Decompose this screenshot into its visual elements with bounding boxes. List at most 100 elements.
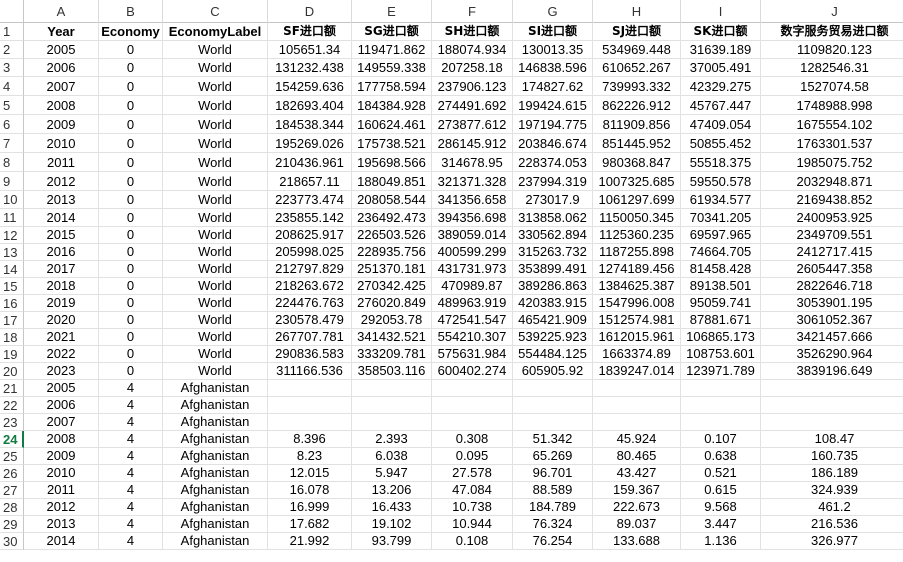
cell-sh-import[interactable] bbox=[432, 380, 513, 397]
row-header-19[interactable]: 19 bbox=[0, 346, 24, 363]
cell-sf-import[interactable]: 235855.142 bbox=[268, 209, 352, 227]
cell-sf-import[interactable]: 105651.34 bbox=[268, 41, 352, 59]
cell-sh-import[interactable]: 47.084 bbox=[432, 482, 513, 499]
cell-sk-import[interactable]: 87881.671 bbox=[681, 312, 761, 329]
cell-year[interactable]: 2007 bbox=[24, 77, 99, 96]
row-header-16[interactable]: 16 bbox=[0, 295, 24, 312]
header-cell-sf-import[interactable]: SF进口额 bbox=[268, 23, 352, 41]
cell-sg-import[interactable]: 195698.566 bbox=[352, 153, 432, 172]
cell-economy-label[interactable]: Afghanistan bbox=[163, 465, 268, 482]
row-header-29[interactable]: 29 bbox=[0, 516, 24, 533]
row-header-13[interactable]: 13 bbox=[0, 244, 24, 261]
cell-sf-import[interactable]: 230578.479 bbox=[268, 312, 352, 329]
cell-sk-import[interactable]: 81458.428 bbox=[681, 261, 761, 278]
cell-digital-service-import[interactable]: 1527074.58 bbox=[761, 77, 903, 96]
cell-sj-import[interactable]: 1125360.235 bbox=[593, 227, 681, 244]
cell-digital-service-import[interactable]: 2169438.852 bbox=[761, 191, 903, 209]
row-header-23[interactable]: 23 bbox=[0, 414, 24, 431]
cell-sg-import[interactable]: 2.393 bbox=[352, 431, 432, 448]
cell-digital-service-import[interactable]: 3526290.964 bbox=[761, 346, 903, 363]
cell-sg-import[interactable]: 6.038 bbox=[352, 448, 432, 465]
cell-year[interactable]: 2019 bbox=[24, 295, 99, 312]
cell-si-import[interactable]: 539225.923 bbox=[513, 329, 593, 346]
cell-sh-import[interactable]: 0.108 bbox=[432, 533, 513, 550]
cell-sj-import[interactable]: 1384625.387 bbox=[593, 278, 681, 295]
cell-sk-import[interactable]: 69597.965 bbox=[681, 227, 761, 244]
cell-sg-import[interactable]: 13.206 bbox=[352, 482, 432, 499]
cell-sf-import[interactable]: 8.23 bbox=[268, 448, 352, 465]
cell-sf-import[interactable]: 212797.829 bbox=[268, 261, 352, 278]
cell-economy-label[interactable]: World bbox=[163, 134, 268, 153]
cell-sg-import[interactable]: 276020.849 bbox=[352, 295, 432, 312]
cell-sg-import[interactable] bbox=[352, 380, 432, 397]
cell-economy-label[interactable]: World bbox=[163, 329, 268, 346]
cell-sk-import[interactable]: 89138.501 bbox=[681, 278, 761, 295]
cell-sf-import[interactable]: 17.682 bbox=[268, 516, 352, 533]
cell-digital-service-import[interactable]: 3061052.367 bbox=[761, 312, 903, 329]
cell-sj-import[interactable]: 610652.267 bbox=[593, 59, 681, 77]
cell-sj-import[interactable]: 133.688 bbox=[593, 533, 681, 550]
cell-economy[interactable]: 0 bbox=[99, 363, 163, 380]
cell-sh-import[interactable]: 431731.973 bbox=[432, 261, 513, 278]
cell-sh-import[interactable]: 394356.698 bbox=[432, 209, 513, 227]
cell-sj-import[interactable]: 43.427 bbox=[593, 465, 681, 482]
cell-sf-import[interactable] bbox=[268, 380, 352, 397]
row-header-1[interactable]: 1 bbox=[0, 23, 24, 41]
cell-economy[interactable]: 4 bbox=[99, 516, 163, 533]
cell-year[interactable]: 2007 bbox=[24, 414, 99, 431]
cell-sg-import[interactable]: 251370.181 bbox=[352, 261, 432, 278]
column-header-H[interactable]: H bbox=[593, 0, 681, 23]
cell-economy[interactable]: 0 bbox=[99, 59, 163, 77]
header-cell-si-import[interactable]: SI进口额 bbox=[513, 23, 593, 41]
cell-digital-service-import[interactable]: 2822646.718 bbox=[761, 278, 903, 295]
cell-economy[interactable]: 0 bbox=[99, 134, 163, 153]
cell-si-import[interactable]: 228374.053 bbox=[513, 153, 593, 172]
cell-si-import[interactable]: 389286.863 bbox=[513, 278, 593, 295]
cell-si-import[interactable]: 184.789 bbox=[513, 499, 593, 516]
cell-economy-label[interactable]: World bbox=[163, 59, 268, 77]
cell-si-import[interactable] bbox=[513, 397, 593, 414]
cell-si-import[interactable]: 96.701 bbox=[513, 465, 593, 482]
cell-economy[interactable]: 0 bbox=[99, 244, 163, 261]
row-header-9[interactable]: 9 bbox=[0, 172, 24, 191]
cell-sg-import[interactable]: 188049.851 bbox=[352, 172, 432, 191]
cell-economy-label[interactable]: Afghanistan bbox=[163, 397, 268, 414]
column-header-A[interactable]: A bbox=[24, 0, 99, 23]
cell-sg-import[interactable] bbox=[352, 414, 432, 431]
cell-sj-import[interactable]: 534969.448 bbox=[593, 41, 681, 59]
cell-year[interactable]: 2016 bbox=[24, 244, 99, 261]
cell-year[interactable]: 2022 bbox=[24, 346, 99, 363]
cell-sf-import[interactable] bbox=[268, 414, 352, 431]
cell-sf-import[interactable]: 311166.536 bbox=[268, 363, 352, 380]
cell-sg-import[interactable]: 149559.338 bbox=[352, 59, 432, 77]
cell-sk-import[interactable]: 55518.375 bbox=[681, 153, 761, 172]
cell-economy-label[interactable]: Afghanistan bbox=[163, 516, 268, 533]
cell-sf-import[interactable]: 267707.781 bbox=[268, 329, 352, 346]
cell-si-import[interactable]: 330562.894 bbox=[513, 227, 593, 244]
cell-economy[interactable]: 0 bbox=[99, 41, 163, 59]
cell-sj-import[interactable]: 45.924 bbox=[593, 431, 681, 448]
cell-sf-import[interactable]: 182693.404 bbox=[268, 96, 352, 115]
row-header-10[interactable]: 10 bbox=[0, 191, 24, 209]
cell-si-import[interactable]: 51.342 bbox=[513, 431, 593, 448]
cell-year[interactable]: 2005 bbox=[24, 380, 99, 397]
cell-sj-import[interactable]: 851445.952 bbox=[593, 134, 681, 153]
cell-sf-import[interactable]: 195269.026 bbox=[268, 134, 352, 153]
cell-si-import[interactable]: 313858.062 bbox=[513, 209, 593, 227]
cell-sh-import[interactable]: 10.738 bbox=[432, 499, 513, 516]
cell-si-import[interactable]: 197194.775 bbox=[513, 115, 593, 134]
row-header-12[interactable]: 12 bbox=[0, 227, 24, 244]
cell-si-import[interactable]: 88.589 bbox=[513, 482, 593, 499]
row-header-27[interactable]: 27 bbox=[0, 482, 24, 499]
cell-sh-import[interactable]: 389059.014 bbox=[432, 227, 513, 244]
cell-economy-label[interactable]: Afghanistan bbox=[163, 499, 268, 516]
cell-sf-import[interactable]: 290836.583 bbox=[268, 346, 352, 363]
row-header-30[interactable]: 30 bbox=[0, 533, 24, 550]
cell-sg-import[interactable]: 175738.521 bbox=[352, 134, 432, 153]
cell-economy-label[interactable]: World bbox=[163, 244, 268, 261]
cell-economy[interactable]: 4 bbox=[99, 465, 163, 482]
cell-sk-import[interactable]: 3.447 bbox=[681, 516, 761, 533]
row-header-24[interactable]: 24 bbox=[0, 431, 24, 448]
cell-sf-import[interactable]: 154259.636 bbox=[268, 77, 352, 96]
cell-digital-service-import[interactable]: 1748988.998 bbox=[761, 96, 903, 115]
